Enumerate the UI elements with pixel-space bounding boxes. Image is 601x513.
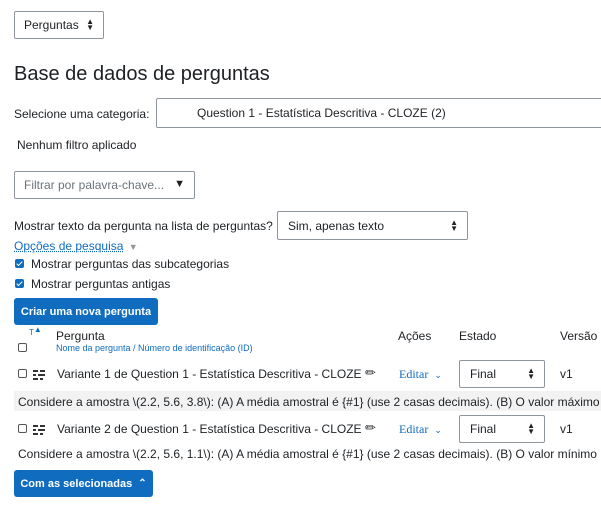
edit-name-pencil-icon[interactable]: ✏ bbox=[365, 420, 376, 436]
with-selected-button[interactable]: Com as selecionadas ⌃ bbox=[14, 470, 153, 497]
old-questions-label: Mostrar perguntas antigas bbox=[31, 277, 171, 291]
edit-action-menu[interactable]: Editar ⌄ bbox=[399, 367, 442, 382]
category-label: Selecione uma categoria: bbox=[14, 107, 150, 121]
sort-asc-icon: ▲ bbox=[33, 325, 42, 334]
row-checkbox[interactable] bbox=[18, 369, 27, 378]
version-value: v1 bbox=[560, 367, 573, 381]
subcategories-checkbox[interactable] bbox=[15, 259, 24, 268]
row-checkbox[interactable] bbox=[18, 424, 27, 433]
question-name: Variante 1 de Question 1 - Estatística D… bbox=[57, 367, 362, 381]
sort-type-link[interactable]: T▲ bbox=[29, 325, 42, 337]
select-all-checkbox[interactable] bbox=[18, 343, 27, 352]
select-caret-icon: ▲ ▼ bbox=[527, 421, 535, 436]
header-actions: Ações bbox=[398, 329, 432, 343]
status-value: Final bbox=[470, 422, 497, 436]
select-caret-icon: ▲ ▼ bbox=[450, 217, 458, 233]
edit-action-label: Editar bbox=[399, 422, 429, 436]
category-select[interactable]: Question 1 - Estatística Descritiva - CL… bbox=[156, 98, 601, 128]
show-text-label: Mostrar texto da pergunta na lista de pe… bbox=[14, 219, 273, 233]
version-value: v1 bbox=[560, 422, 573, 436]
question-name: Variante 2 de Question 1 - Estatística D… bbox=[57, 422, 362, 436]
header-version: Versão bbox=[560, 329, 598, 343]
cloze-question-icon bbox=[33, 369, 45, 380]
nav-select-value: Perguntas bbox=[24, 18, 79, 32]
filter-status: Nenhum filtro aplicado bbox=[17, 138, 137, 152]
select-caret-icon: ▲ ▼ bbox=[86, 17, 94, 32]
show-text-value: Sim, apenas texto bbox=[288, 218, 385, 233]
edit-action-label: Editar bbox=[399, 367, 429, 381]
keyword-filter-placeholder: Filtrar por palavra-chave... bbox=[24, 178, 165, 192]
chevron-up-icon: ⌃ bbox=[138, 478, 147, 489]
page-title: Base de dados de perguntas bbox=[14, 63, 270, 85]
category-select-value: Question 1 - Estatística Descritiva - CL… bbox=[197, 106, 446, 120]
search-options-label: Opções de pesquisa bbox=[14, 239, 124, 253]
cloze-question-icon bbox=[33, 424, 45, 435]
status-select[interactable]: Final ▲ ▼ bbox=[459, 360, 545, 388]
search-options-toggle[interactable]: Opções de pesquisa ▼ bbox=[14, 239, 138, 253]
edit-action-menu[interactable]: Editar ⌄ bbox=[399, 422, 442, 437]
old-questions-checkbox[interactable] bbox=[15, 279, 24, 288]
select-caret-icon: ▲ ▼ bbox=[527, 366, 535, 381]
keyword-filter-input[interactable]: Filtrar por palavra-chave... ▼ bbox=[14, 171, 195, 199]
dropdown-arrow-icon: ▼ bbox=[174, 178, 185, 190]
subcategories-label: Mostrar perguntas das subcategorias bbox=[31, 257, 230, 271]
edit-name-pencil-icon[interactable]: ✏ bbox=[365, 365, 376, 381]
chevron-down-icon: ⌄ bbox=[434, 425, 442, 435]
caret-down-icon: ▼ bbox=[128, 242, 138, 252]
status-select[interactable]: Final ▲ ▼ bbox=[459, 415, 545, 443]
status-value: Final bbox=[470, 367, 497, 381]
with-selected-label: Com as selecionadas bbox=[20, 477, 133, 490]
question-text: Considere a amostra \(2.2, 5.6, 1.1\): (… bbox=[18, 447, 597, 461]
header-question-sub[interactable]: Nome da pergunta / Número de identificaç… bbox=[56, 343, 253, 353]
chevron-down-icon: ⌄ bbox=[434, 370, 442, 380]
show-text-select[interactable]: Sim, apenas texto ▲ ▼ bbox=[277, 211, 468, 240]
header-question[interactable]: Pergunta bbox=[56, 329, 105, 343]
create-question-button[interactable]: Criar uma nova pergunta bbox=[14, 298, 158, 325]
header-status: Estado bbox=[459, 329, 497, 343]
question-bank-nav-select[interactable]: Perguntas ▲ ▼ bbox=[14, 11, 104, 39]
question-text: Considere a amostra \(2.2, 5.6, 3.8\): (… bbox=[18, 395, 600, 409]
